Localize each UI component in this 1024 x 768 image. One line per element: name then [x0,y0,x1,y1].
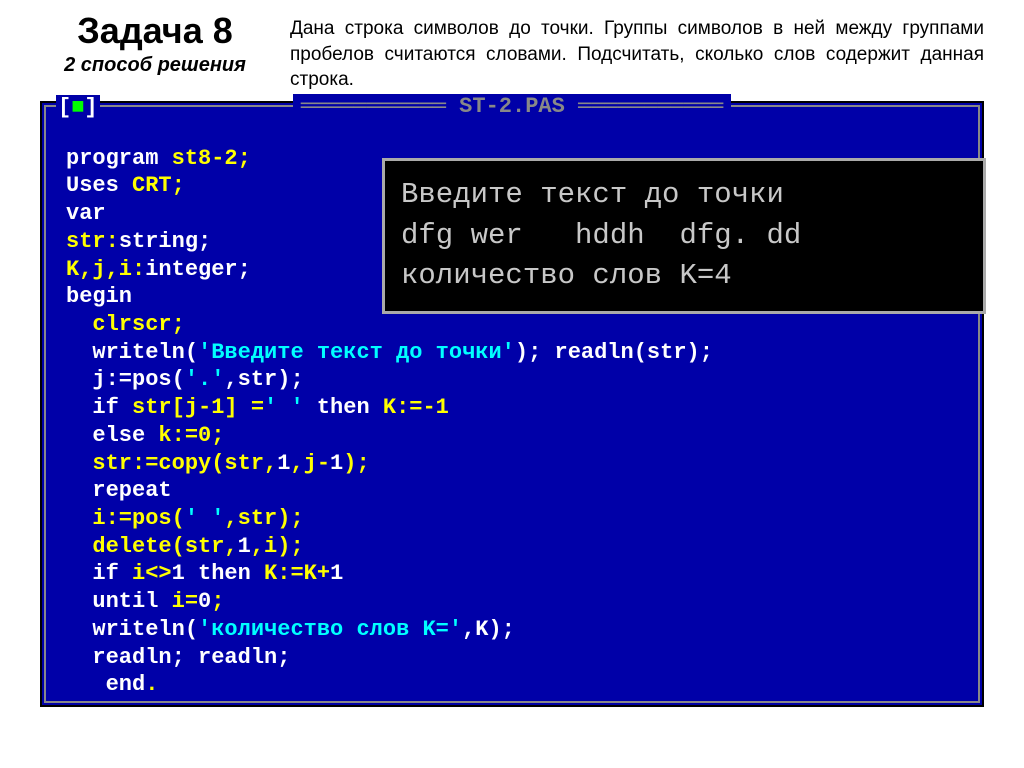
code-line: repeat [66,478,172,503]
code-line: writeln( [66,617,198,642]
code-line: if [66,561,132,586]
code-line: delete(str, [66,534,238,559]
task-description: Дана строка символов до точки. Группы си… [290,10,984,93]
console-line: количество слов K=4 [401,256,967,297]
code-line: readln; readln; [66,645,290,670]
output-console: Введите текст до точки dfg wer hddh dfg.… [382,158,986,314]
code-line: K,j,i: [66,257,145,282]
code-line: Uses [66,173,132,198]
close-icon: ■ [71,95,84,120]
code-line: program [66,146,172,171]
code-line: if [66,395,132,420]
code-line: var [66,201,106,226]
code-line: str:=copy(str, [66,451,277,476]
window-close-button[interactable]: [■] [56,95,100,120]
code-line: else [66,423,158,448]
code-line: clrscr; [66,312,185,337]
code-line: j:=pos( [66,367,185,392]
slide-title: Задача 8 [40,10,270,52]
title-block: Задача 8 2 способ решения [40,10,270,77]
code-line: writeln( [66,340,198,365]
slide-subtitle: 2 способ решения [40,54,270,77]
code-line: end [66,672,145,697]
code-line: until [66,589,172,614]
console-line: dfg wer hddh dfg. dd [401,216,967,257]
console-line: Введите текст до точки [401,175,967,216]
slide-header: Задача 8 2 способ решения Дана строка си… [0,0,1024,93]
code-line: i:=pos( [66,506,185,531]
code-line: str: [66,229,119,254]
code-line: begin [66,284,132,309]
